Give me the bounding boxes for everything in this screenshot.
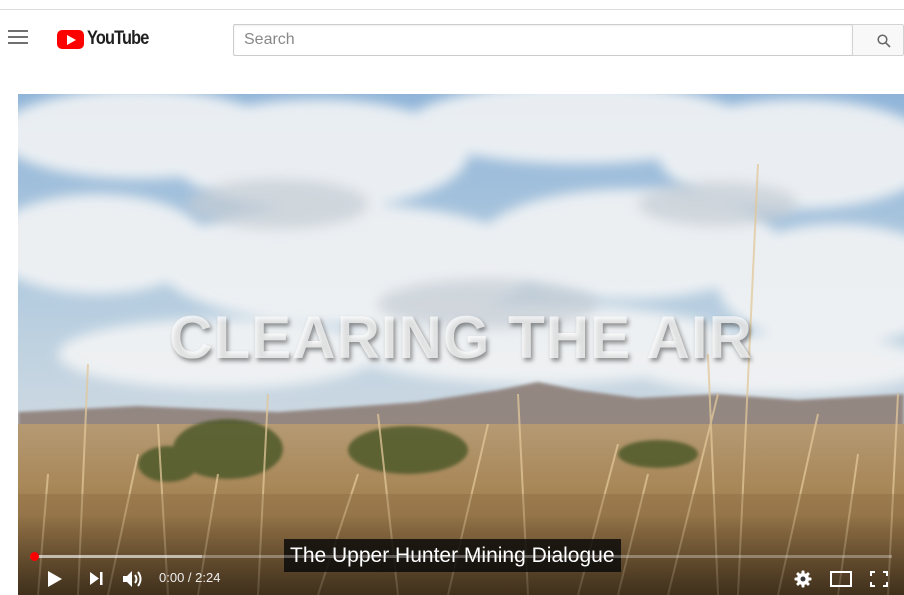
logo-text: YouTube bbox=[87, 28, 149, 49]
time-duration: 2:24 bbox=[195, 570, 221, 585]
youtube-play-logo-icon bbox=[57, 29, 84, 49]
progress-buffered bbox=[30, 555, 203, 558]
time-display: 0:00 / 2:24 bbox=[159, 570, 220, 586]
hamburger-menu-icon[interactable] bbox=[8, 30, 28, 46]
play-icon[interactable] bbox=[47, 570, 63, 588]
time-current: 0:00 bbox=[159, 570, 185, 585]
gear-icon[interactable] bbox=[794, 570, 812, 588]
video-player[interactable]: CLEARING THE AIR The Upper Hunter Mining… bbox=[18, 94, 904, 595]
video-title-overlay: CLEARING THE AIR bbox=[169, 304, 753, 371]
fullscreen-icon[interactable] bbox=[870, 571, 888, 587]
youtube-logo[interactable]: YouTube bbox=[57, 28, 158, 50]
time-separator: / bbox=[184, 570, 196, 585]
progress-scrubber[interactable] bbox=[30, 552, 39, 561]
search-input[interactable] bbox=[233, 24, 852, 56]
next-track-icon[interactable] bbox=[90, 571, 104, 586]
search-button[interactable] bbox=[852, 24, 904, 56]
volume-icon[interactable] bbox=[123, 570, 145, 588]
masthead: YouTube bbox=[0, 10, 904, 70]
progress-bar[interactable] bbox=[30, 552, 892, 561]
search-icon bbox=[877, 34, 891, 48]
theater-mode-icon[interactable] bbox=[830, 571, 852, 587]
